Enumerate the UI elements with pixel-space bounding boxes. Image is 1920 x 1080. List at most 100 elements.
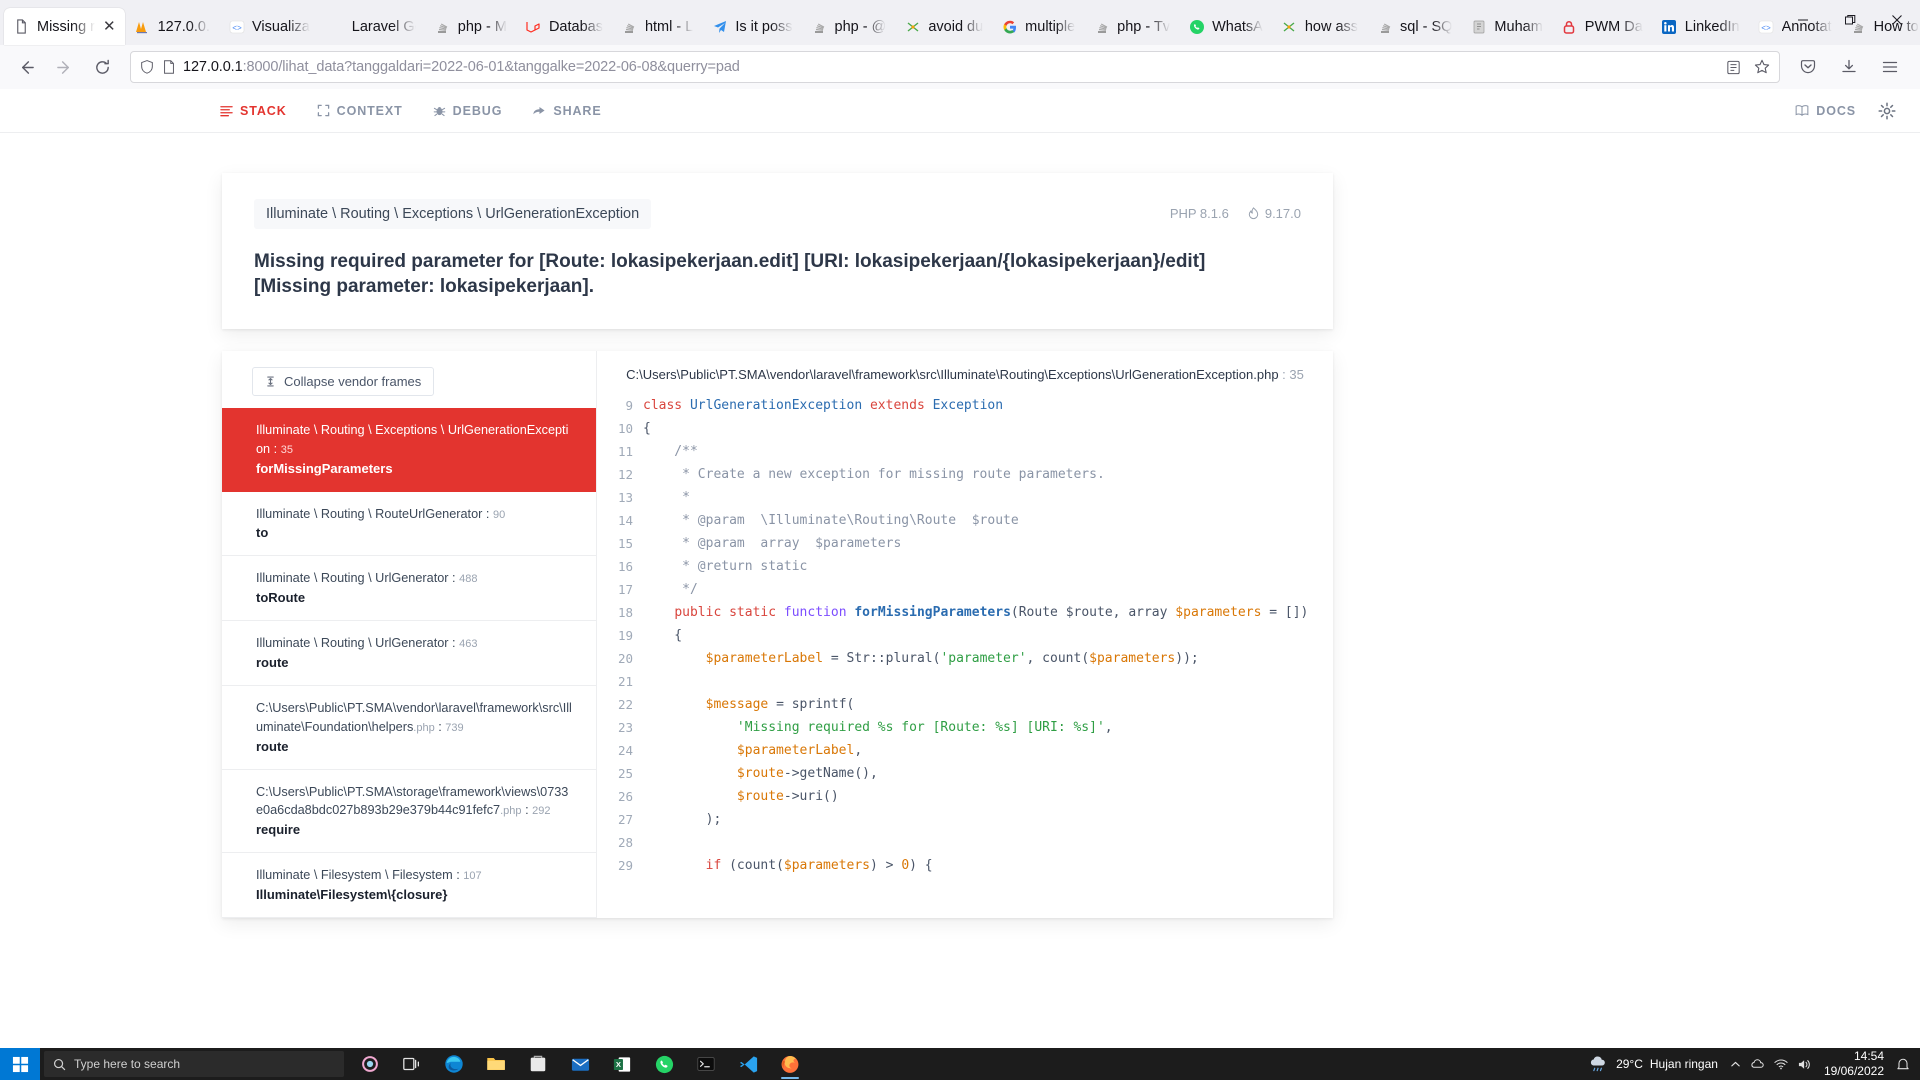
stack-frame[interactable]: C:\Users\Public\PT.SMA\storage\framework… [222, 770, 596, 853]
back-arrow-icon[interactable] [8, 51, 44, 83]
reader-view-icon[interactable] [1725, 59, 1742, 76]
browser-tab[interactable]: Missing re ✕ [4, 8, 125, 45]
browser-tab[interactable]: avoid du [895, 8, 992, 45]
cortana-icon[interactable] [350, 1048, 390, 1080]
frame-line: 463 [459, 638, 478, 651]
hamburger-menu-icon[interactable] [1872, 51, 1908, 83]
network-icon[interactable] [1774, 1058, 1788, 1070]
code-path-line: 35 [1289, 367, 1304, 383]
svg-text:<>: <> [1761, 24, 1771, 33]
code-line: 28 [597, 831, 1333, 854]
browser-tab[interactable]: <> Visualiza [219, 8, 319, 45]
frame-line: 488 [459, 573, 478, 586]
browser-tab[interactable]: php - M [425, 8, 516, 45]
stack-frame[interactable]: Illuminate \ Routing \ RouteUrlGenerator… [222, 492, 596, 557]
pocket-icon[interactable] [1790, 51, 1826, 83]
stack-frame[interactable]: Illuminate \ Filesystem \ Filesystem : 1… [222, 853, 596, 918]
clock-time: 14:54 [1853, 1049, 1884, 1063]
code-line-number: 10 [617, 421, 633, 437]
store-icon[interactable] [518, 1048, 558, 1080]
vscode-icon[interactable] [728, 1048, 768, 1080]
volume-icon[interactable] [1797, 1058, 1812, 1071]
forward-arrow-icon[interactable] [46, 51, 82, 83]
stack-icon [220, 104, 233, 117]
tab-debug[interactable]: DEBUG [433, 104, 503, 118]
code-line-source: $route->getName(), [736, 766, 878, 782]
frame-class: Illuminate \ Routing \ Exceptions \ UrlG… [256, 423, 569, 456]
browser-tab[interactable]: multiple [992, 8, 1084, 45]
code-line: 17 */ [597, 578, 1333, 601]
navigation-toolbar: 127.0.0.1:8000/lihat_data?tanggaldari=20… [0, 45, 1920, 89]
clock[interactable]: 14:54 19/06/2022 [1824, 1049, 1884, 1079]
browser-tab[interactable]: WhatsA [1179, 8, 1272, 45]
browser-tab[interactable]: php - Tv [1084, 8, 1179, 45]
browser-tab[interactable]: Is it poss [702, 8, 801, 45]
tab-label: Is it poss [735, 18, 793, 35]
cloud-icon[interactable] [1750, 1058, 1765, 1070]
url-bar[interactable]: 127.0.0.1:8000/lihat_data?tanggaldari=20… [130, 51, 1780, 83]
star-icon[interactable] [1753, 58, 1771, 76]
code-lines: 9 class UrlGenerationException extends Ex… [597, 394, 1333, 877]
reload-icon[interactable] [84, 51, 120, 83]
tab-debug-label: DEBUG [452, 103, 503, 118]
page-icon[interactable] [161, 59, 177, 75]
gear-icon[interactable] [1878, 101, 1896, 120]
terminal-icon[interactable] [686, 1048, 726, 1080]
browser-tab[interactable]: sql - SQ [1367, 8, 1461, 45]
close-icon[interactable]: ✕ [103, 19, 116, 34]
browser-tab[interactable]: php - @ [802, 8, 896, 45]
close-icon[interactable] [1873, 0, 1920, 40]
stack-panel: Collapse vendor frames Illuminate \ Rout… [222, 351, 1333, 918]
code-line-number: 29 [617, 858, 633, 874]
url-text[interactable]: 127.0.0.1:8000/lihat_data?tanggaldari=20… [183, 59, 740, 75]
browser-tab[interactable]: Databas [516, 8, 612, 45]
svg-text:<>: <> [232, 24, 242, 33]
tab-label: php - M [457, 18, 507, 35]
docs-link[interactable]: DOCS [1795, 104, 1856, 118]
browser-tab[interactable]: Muham [1461, 8, 1551, 45]
frame-line: 107 [463, 870, 482, 882]
php-version: PHP 8.1.6 [1169, 206, 1229, 221]
maximize-icon[interactable] [1826, 0, 1873, 40]
code-line-number: 18 [617, 605, 633, 621]
firefox-icon[interactable] [770, 1048, 810, 1080]
browser-tab[interactable]: LinkedIn [1652, 8, 1749, 45]
frame-function: Illuminate\Filesystem\{closure} [256, 886, 448, 902]
code-line-source: $parameterLabel = Str::plural('parameter… [705, 651, 1199, 667]
tab-stack[interactable]: STACK [220, 104, 287, 118]
annotate-icon: <> [1758, 18, 1775, 35]
mail-icon[interactable] [560, 1048, 600, 1080]
browser-tab[interactable]: how ass [1272, 8, 1367, 45]
collapse-vendor-frames-button[interactable]: Collapse vendor frames [252, 367, 435, 397]
url-path: :8000/lihat_data?tanggaldari=2022-06-01&… [242, 59, 740, 75]
browser-tab[interactable]: Laravel Goo [319, 8, 425, 45]
shield-icon[interactable] [139, 59, 155, 75]
whatsapp-icon[interactable] [644, 1048, 684, 1080]
tab-share[interactable]: SHARE [532, 104, 601, 118]
weather-widget[interactable]: 29°C Hujan ringan [1588, 1055, 1718, 1074]
code-line: 18 public static function forMissingPara… [597, 601, 1333, 624]
windows-start-icon[interactable] [0, 1048, 40, 1080]
excel-icon[interactable]: X [602, 1048, 642, 1080]
stack-frame[interactable]: Illuminate \ Routing \ UrlGenerator : 46… [222, 621, 596, 687]
code-line: 16 * @return static [597, 555, 1333, 578]
stack-frame[interactable]: Illuminate \ Routing \ UrlGenerator : 48… [222, 556, 596, 622]
browser-tab[interactable]: 127.0.0. [125, 8, 219, 45]
search-icon [53, 1058, 66, 1071]
file-explorer-icon[interactable] [476, 1048, 516, 1080]
download-icon[interactable] [1831, 51, 1867, 83]
notification-icon[interactable] [1896, 1057, 1910, 1072]
laravel-icon [525, 18, 542, 35]
minimize-icon[interactable] [1779, 0, 1826, 40]
search-input[interactable]: Type here to search [44, 1051, 344, 1077]
browser-tab[interactable]: html - L [612, 8, 702, 45]
frame-suffix: .php [500, 805, 522, 818]
edge-icon[interactable] [434, 1048, 474, 1080]
browser-tab[interactable]: PWM Da [1552, 8, 1652, 45]
task-view-icon[interactable] [392, 1048, 432, 1080]
chevron-up-icon[interactable] [1730, 1059, 1741, 1070]
stack-frame[interactable]: C:\Users\Public\PT.SMA\vendor\laravel\fr… [222, 686, 596, 770]
code-line-number: 16 [617, 559, 633, 575]
stack-frame[interactable]: Illuminate \ Routing \ Exceptions \ UrlG… [222, 408, 596, 492]
tab-context[interactable]: CONTEXT [317, 104, 403, 118]
